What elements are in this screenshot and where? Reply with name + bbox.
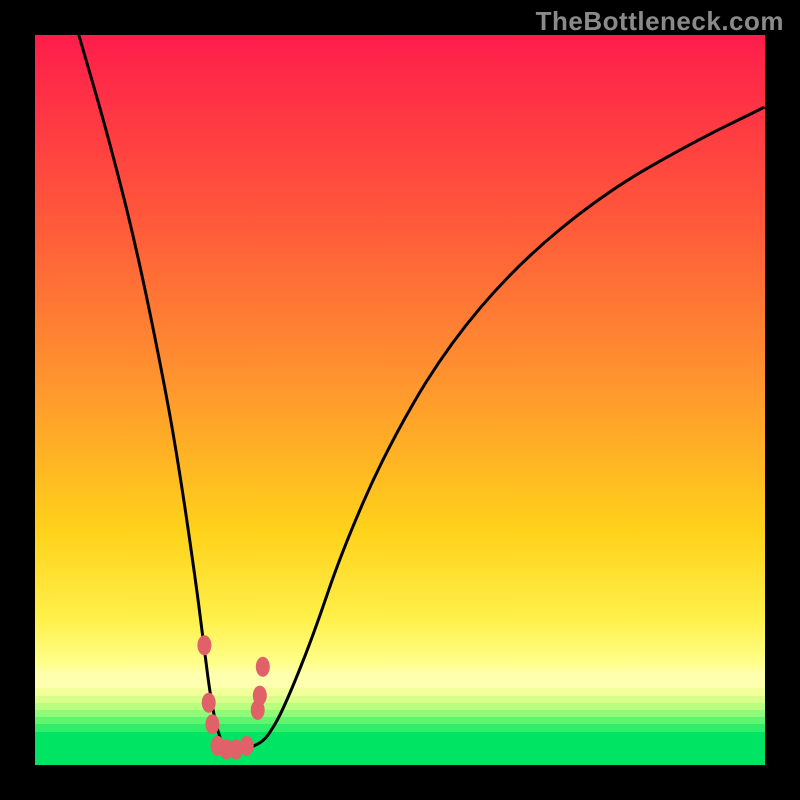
data-point [256,657,270,677]
data-point [205,714,219,734]
data-point [202,693,216,713]
chart-frame [35,35,765,765]
data-point [240,736,254,756]
bottleneck-curve-svg [35,35,765,765]
data-point [253,686,267,706]
data-points [197,635,269,759]
data-point [197,635,211,655]
watermark-text: TheBottleneck.com [536,6,784,37]
bottleneck-curve [79,35,765,752]
